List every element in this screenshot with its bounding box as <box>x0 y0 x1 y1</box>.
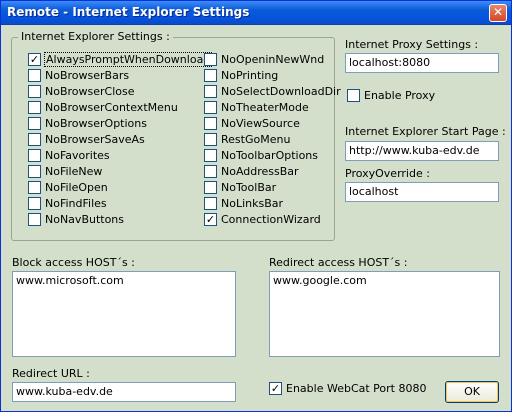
redirect-url-input[interactable]: www.kuba-edv.de <box>12 382 236 402</box>
checkbox-label: NoFavorites <box>45 149 110 162</box>
checkbox-notheatermode[interactable]: NoTheaterMode <box>204 100 354 116</box>
ie-settings-group-label: Internet Explorer Settings : <box>18 30 173 43</box>
block-hosts-label: Block access HOST´s : <box>12 256 135 269</box>
start-page-label: Internet Explorer Start Page : <box>345 125 506 138</box>
checkbox-nolinksbar[interactable]: NoLinksBar <box>204 196 354 212</box>
checkbox-noopeninnewwnd[interactable]: NoOpeninNewWnd <box>204 52 354 68</box>
checkbox-box[interactable] <box>204 181 217 194</box>
webcat-checkbox-box[interactable]: ✓ <box>269 382 282 395</box>
checkbox-label: RestGoMenu <box>221 133 291 146</box>
checkbox-noaddressbar[interactable]: NoAddressBar <box>204 164 354 180</box>
checkbox-label: NoNavButtons <box>45 213 125 226</box>
checkbox-box[interactable] <box>28 181 41 194</box>
ie-settings-group: Internet Explorer Settings : ✓ AlwaysProm… <box>11 30 341 241</box>
checkbox-label: NoBrowserContextMenu <box>45 101 178 114</box>
webcat-label: Enable WebCat Port 8080 <box>286 382 427 395</box>
enable-proxy-label: Enable Proxy <box>364 89 436 102</box>
checkbox-box[interactable] <box>204 165 217 178</box>
checkbox-box[interactable] <box>204 101 217 114</box>
checkbox-nofilenew[interactable]: NoFileNew <box>28 164 178 180</box>
enable-proxy-checkbox-box[interactable] <box>347 89 360 102</box>
checkbox-box[interactable] <box>28 85 41 98</box>
checkbox-box[interactable] <box>28 133 41 146</box>
checkbox-box[interactable] <box>204 53 217 66</box>
checkbox-box[interactable] <box>28 149 41 162</box>
checkbox-restgomenu[interactable]: RestGoMenu <box>204 132 354 148</box>
proxy-settings-label: Internet Proxy Settings : <box>345 38 479 51</box>
webcat-checkbox[interactable]: ✓ Enable WebCat Port 8080 <box>269 381 429 397</box>
checkbox-box[interactable] <box>28 69 41 82</box>
checkbox-label: AlwaysPromptWhenDownload <box>43 52 213 67</box>
checkbox-label: NoViewSource <box>221 117 300 130</box>
check-icon: ✓ <box>205 213 216 226</box>
checkbox-label: NoTheaterMode <box>221 101 309 114</box>
checkbox-label: NoFileOpen <box>45 181 108 194</box>
checkbox-label: NoBrowserBars <box>45 69 130 82</box>
checkbox-noselectdownloaddir[interactable]: NoSelectDownloadDir <box>204 84 354 100</box>
checkbox-label: NoBrowserClose <box>45 85 135 98</box>
checkbox-label: ConnectionWizard <box>221 213 321 226</box>
checkbox-box[interactable] <box>204 149 217 162</box>
redirect-hosts-label: Redirect access HOST´s : <box>269 256 408 269</box>
checkbox-box[interactable] <box>28 213 41 226</box>
checkbox-nobrowsercontextmenu[interactable]: NoBrowserContextMenu <box>28 100 178 116</box>
start-page-input[interactable]: http://www.kuba-edv.de <box>345 141 499 161</box>
redirect-url-label: Redirect URL : <box>12 367 90 380</box>
checkbox-nofavorites[interactable]: NoFavorites <box>28 148 178 164</box>
window-title: Remote - Internet Explorer Settings <box>7 5 250 19</box>
checkbox-label: NoOpeninNewWnd <box>221 53 325 66</box>
checkbox-box[interactable] <box>204 197 217 210</box>
checkbox-notoolbar[interactable]: NoToolBar <box>204 180 354 196</box>
checkbox-box[interactable] <box>204 133 217 146</box>
checkbox-label: NoBrowserSaveAs <box>45 133 145 146</box>
checkbox-label: NoLinksBar <box>221 197 284 210</box>
checkbox-label: NoBrowserOptions <box>45 117 147 130</box>
close-button[interactable]: ✕ <box>489 4 507 22</box>
checkbox-nobrowserbars[interactable]: NoBrowserBars <box>28 68 178 84</box>
checkbox-connectionwizard[interactable]: ✓ ConnectionWizard <box>204 212 354 228</box>
checkbox-nobrowsersaveas[interactable]: NoBrowserSaveAs <box>28 132 178 148</box>
checkbox-box[interactable] <box>28 117 41 130</box>
checkbox-nofindfiles[interactable]: NoFindFiles <box>28 196 178 212</box>
block-hosts-textarea[interactable]: www.microsoft.com <box>12 271 236 357</box>
checkbox-nobrowserclose[interactable]: NoBrowserClose <box>28 84 178 100</box>
proxy-input[interactable]: localhost:8080 <box>345 53 499 73</box>
checkbox-label: NoFileNew <box>45 165 103 178</box>
checkbox-box[interactable]: ✓ <box>204 213 217 226</box>
checkbox-label: NoFindFiles <box>45 197 107 210</box>
enable-proxy-checkbox[interactable]: Enable Proxy <box>347 88 497 104</box>
checkbox-box[interactable] <box>28 165 41 178</box>
checkbox-label: NoPrinting <box>221 69 279 82</box>
checkbox-box[interactable] <box>204 117 217 130</box>
proxy-override-label: ProxyOverride : <box>345 167 430 180</box>
checkbox-nobrowseroptions[interactable]: NoBrowserOptions <box>28 116 178 132</box>
ok-button[interactable]: OK <box>445 381 499 403</box>
checkbox-label: NoSelectDownloadDir <box>221 85 341 98</box>
checkbox-nofileopen[interactable]: NoFileOpen <box>28 180 178 196</box>
check-icon: ✓ <box>29 53 40 66</box>
close-icon: ✕ <box>492 5 504 19</box>
checkbox-label: NoToolbarOptions <box>221 149 319 162</box>
checkbox-nonavbuttons[interactable]: NoNavButtons <box>28 212 178 228</box>
checkbox-noviewsource[interactable]: NoViewSource <box>204 116 354 132</box>
proxy-override-input[interactable]: localhost <box>345 182 499 202</box>
checkbox-label: NoToolBar <box>221 181 277 194</box>
checkbox-box[interactable] <box>28 197 41 210</box>
checkbox-box[interactable]: ✓ <box>28 53 41 66</box>
redirect-hosts-textarea[interactable]: www.google.com <box>269 271 500 357</box>
checkbox-box[interactable] <box>28 101 41 114</box>
checkbox-box[interactable] <box>204 69 217 82</box>
title-bar[interactable]: Remote - Internet Explorer Settings ✕ <box>1 1 511 25</box>
checkbox-label: NoAddressBar <box>221 165 299 178</box>
check-icon: ✓ <box>270 382 281 395</box>
settings-window: Remote - Internet Explorer Settings ✕ In… <box>0 0 512 412</box>
checkbox-box[interactable] <box>204 85 217 98</box>
checkbox-notoolbaroptions[interactable]: NoToolbarOptions <box>204 148 354 164</box>
checkbox-noprinting[interactable]: NoPrinting <box>204 68 354 84</box>
checkbox-alwayspromptwhendownload[interactable]: ✓ AlwaysPromptWhenDownload <box>28 52 213 68</box>
